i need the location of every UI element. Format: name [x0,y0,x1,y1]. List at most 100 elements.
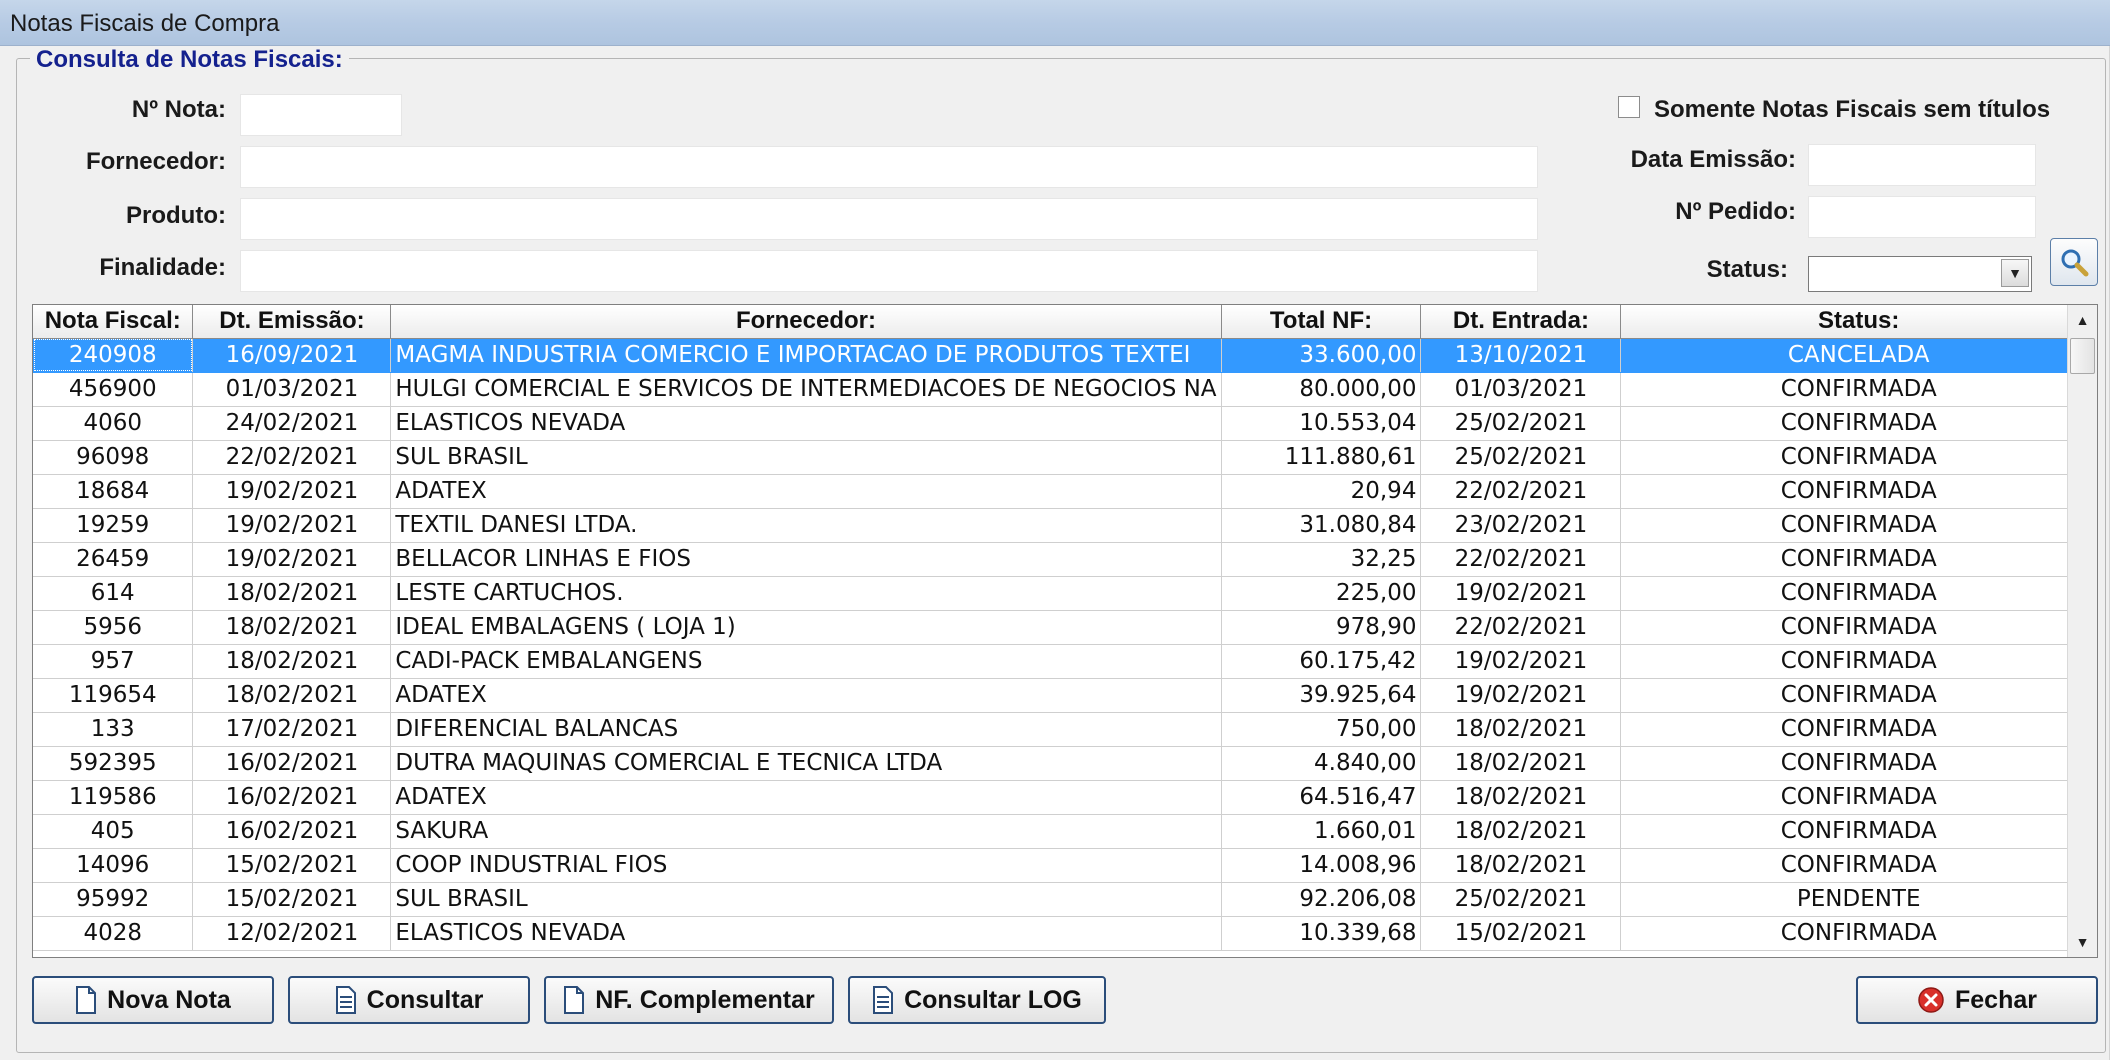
table-cell: 18/02/2021 [192,678,392,713]
scroll-up-icon[interactable]: ▲ [2068,305,2097,335]
scroll-down-icon[interactable]: ▼ [2068,927,2097,957]
nota-input[interactable] [240,94,402,136]
table-cell: 95992 [33,882,194,917]
finalidade-input[interactable] [240,250,1538,292]
table-cell: CONFIRMADA [1620,406,2097,441]
pedido-input[interactable] [1808,196,2036,238]
chevron-down-icon[interactable]: ▼ [2001,259,2029,287]
finalidade-label: Finalidade: [99,254,226,281]
table-cell: 614 [33,576,194,611]
column-header[interactable]: Dt. Emissão: [192,305,392,339]
table-row[interactable]: 119586 16/02/2021 ADATEX 64.516,47 18/02/202… [33,780,2097,815]
table-cell: 15/02/2021 [192,848,392,883]
table-cell: 119654 [33,678,194,713]
table-header-row: Nota Fiscal: Dt. Emissão: Fornecedor: To… [33,305,2097,339]
table-cell: 26459 [33,542,194,577]
table-cell: 5956 [33,610,194,645]
fornecedor-input[interactable] [240,146,1538,188]
consultar-label: Consultar [366,985,484,1014]
table-cell: CONFIRMADA [1620,746,2097,781]
table-cell: 25/02/2021 [1420,882,1622,917]
notas-grid[interactable]: Nota Fiscal: Dt. Emissão: Fornecedor: To… [32,304,2098,958]
table-cell: CONFIRMADA [1620,474,2097,509]
table-cell: 19/02/2021 [1420,576,1622,611]
table-cell: 13/10/2021 [1420,338,1622,373]
text-document-icon [873,986,894,1014]
table-cell: 18/02/2021 [192,644,392,679]
column-header[interactable]: Total NF: [1221,305,1422,339]
table-cell: 64.516,47 [1221,780,1422,815]
table-cell: IDEAL EMBALAGENS ( LOJA 1) [390,610,1222,645]
table-row[interactable]: 592395 16/02/2021 DUTRA MAQUINAS COMERCIAL… [33,746,2097,781]
table-row[interactable]: 18684 19/02/2021 ADATEX 20,94 22/02/2021 CONF… [33,474,2097,509]
consultar-button[interactable]: Consultar [288,976,530,1024]
table-row[interactable]: 4028 12/02/2021 ELASTICOS NEVADA 10.339,68 1… [33,916,2097,951]
table-cell: 18/02/2021 [192,610,392,645]
produto-input[interactable] [240,198,1538,240]
table-cell: CONFIRMADA [1620,610,2097,645]
table-row[interactable]: 133 17/02/2021 DIFERENCIAL BALANCAS 750,00 1… [33,712,2097,747]
consultar-log-button[interactable]: Consultar LOG [848,976,1106,1024]
table-cell: LESTE CARTUCHOS. [390,576,1222,611]
fechar-button[interactable]: Fechar [1856,976,2098,1024]
table-cell: CONFIRMADA [1620,848,2097,883]
table-row[interactable]: 5956 18/02/2021 IDEAL EMBALAGENS ( LOJA 1)… [33,610,2097,645]
table-row[interactable]: 614 18/02/2021 LESTE CARTUCHOS. 225,00 19/02… [33,576,2097,611]
vertical-scrollbar[interactable]: ▲ ▼ [2067,305,2097,957]
search-button[interactable] [2050,238,2098,286]
table-row[interactable]: 26459 19/02/2021 BELLACOR LINHAS E FIOS 32,… [33,542,2097,577]
table-cell: 16/02/2021 [192,746,392,781]
table-cell: TEXTIL DANESI LTDA. [390,508,1222,543]
table-cell: 225,00 [1221,576,1422,611]
table-cell: 19259 [33,508,194,543]
column-header[interactable]: Status: [1620,305,2097,339]
table-cell: 4060 [33,406,194,441]
table-cell: 18684 [33,474,194,509]
table-cell: ELASTICOS NEVADA [390,406,1222,441]
table-row[interactable]: 119654 18/02/2021 ADATEX 39.925,64 19/02/202… [33,678,2097,713]
table-cell: 60.175,42 [1221,644,1422,679]
table-cell: 1.660,01 [1221,814,1422,849]
table-row[interactable]: 240908 16/09/2021 MAGMA INDUSTRIA COMERCIO… [33,338,2097,373]
column-header[interactable]: Fornecedor: [390,305,1222,339]
nf-complementar-button[interactable]: NF. Complementar [544,976,834,1024]
table-cell: 32,25 [1221,542,1422,577]
table-cell: CONFIRMADA [1620,780,2097,815]
table-row[interactable]: 456900 01/03/2021 HULGI COMERCIAL E SERVIC… [33,372,2097,407]
table-cell: 18/02/2021 [1420,780,1622,815]
nova-nota-button[interactable]: Nova Nota [32,976,274,1024]
table-cell: 92.206,08 [1221,882,1422,917]
scroll-thumb[interactable] [2070,338,2095,374]
table-cell: 19/02/2021 [1420,678,1622,713]
column-header[interactable]: Nota Fiscal: [33,305,194,339]
table-row[interactable]: 14096 15/02/2021 COOP INDUSTRIAL FIOS 14.00… [33,848,2097,883]
table-row[interactable]: 957 18/02/2021 CADI-PACK EMBALANGENS 60.175… [33,644,2097,679]
table-cell: CONFIRMADA [1620,712,2097,747]
blank-document-icon [76,986,97,1014]
data-emissao-input[interactable] [1808,144,2036,186]
magnifier-icon [2061,249,2089,277]
table-cell: 18/02/2021 [1420,712,1622,747]
table-cell: 17/02/2021 [192,712,392,747]
table-cell: CONFIRMADA [1620,576,2097,611]
status-label: Status: [1706,256,1788,283]
table-cell: 957 [33,644,194,679]
table-cell: 19/02/2021 [1420,644,1622,679]
somente-sem-titulos-checkbox[interactable] [1618,96,1640,118]
table-cell: 01/03/2021 [192,372,392,407]
table-row[interactable]: 405 16/02/2021 SAKURA 1.660,01 18/02/2021 CON… [33,814,2097,849]
table-cell: DIFERENCIAL BALANCAS [390,712,1222,747]
table-cell: 750,00 [1221,712,1422,747]
table-row[interactable]: 95992 15/02/2021 SUL BRASIL 92.206,08 25/02/… [33,882,2097,917]
table-row[interactable]: 96098 22/02/2021 SUL BRASIL 111.880,61 25/02… [33,440,2097,475]
column-header[interactable]: Dt. Entrada: [1420,305,1622,339]
table-cell: 111.880,61 [1221,440,1422,475]
table-row[interactable]: 19259 19/02/2021 TEXTIL DANESI LTDA. 31.080… [33,508,2097,543]
table-row[interactable]: 4060 24/02/2021 ELASTICOS NEVADA 10.553,04 2… [33,406,2097,441]
table-cell: 18/02/2021 [1420,814,1622,849]
table-cell: COOP INDUSTRIAL FIOS [390,848,1222,883]
status-select[interactable]: ▼ [1808,256,2032,292]
table-cell: CONFIRMADA [1620,644,2097,679]
close-icon [1918,987,1944,1013]
table-cell: 25/02/2021 [1420,440,1622,475]
